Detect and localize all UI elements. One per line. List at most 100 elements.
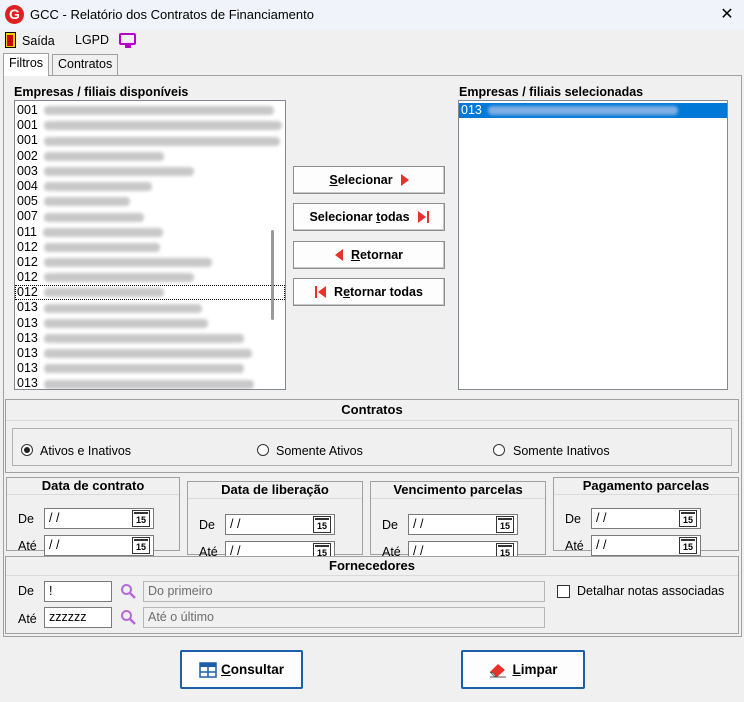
menu-lgpd[interactable]: LGPD (75, 33, 109, 47)
company-code: 012 (17, 270, 38, 285)
company-code: 001 (17, 133, 38, 148)
list-item[interactable]: 002 (15, 149, 285, 164)
exit-door-icon[interactable] (5, 32, 16, 48)
redacted-company-name (43, 182, 152, 192)
window-title: GCC - Relatório dos Contratos de Financi… (30, 7, 314, 22)
select-button[interactable]: Selecionar (293, 166, 445, 194)
list-item[interactable]: 001 (15, 118, 285, 133)
redacted-company-name (43, 136, 280, 146)
list-item[interactable]: 013 (459, 103, 727, 119)
supplier-from-label: De (18, 584, 34, 598)
list-item[interactable]: 005 (15, 194, 285, 209)
radio-inactive-only-label[interactable]: Somente Inativos (513, 444, 610, 458)
arrow-left-icon (334, 249, 343, 261)
radio-active-inactive-label[interactable]: Ativos e Inativos (40, 444, 131, 458)
selected-companies-list[interactable]: 013 (458, 100, 728, 390)
calendar-icon[interactable]: 15 (679, 510, 697, 527)
calendar-icon[interactable]: 15 (496, 516, 514, 533)
redacted-company-name (43, 151, 164, 161)
arrow-right-end-icon (417, 211, 429, 223)
list-item[interactable]: 001 (15, 103, 285, 118)
supplier-to-search-icon[interactable] (120, 609, 136, 625)
available-companies-list[interactable]: 001 001 001 002 003 004 005 007 011 012 012 012 012 0… (14, 100, 286, 390)
redacted-company-name (43, 212, 144, 222)
calendar-icon[interactable]: 15 (132, 510, 150, 527)
company-code: 004 (17, 178, 38, 193)
redacted-company-name (43, 349, 252, 359)
query-button[interactable]: Consultar (180, 650, 303, 689)
monitor-icon[interactable] (119, 33, 136, 48)
return-button[interactable]: Retornar (293, 241, 445, 269)
date-de-label: De (18, 512, 34, 526)
list-item[interactable]: 004 (15, 179, 285, 194)
list-item[interactable]: 013 (15, 300, 285, 315)
company-code: 012 (17, 239, 38, 254)
menu-exit[interactable]: Saída (22, 34, 55, 48)
tab-filtros[interactable]: Filtros (3, 53, 50, 76)
suppliers-group-title: Fornecedores (6, 557, 738, 576)
list-item[interactable]: 012 (15, 285, 285, 301)
company-code: 012 (17, 285, 38, 300)
company-code: 001 (17, 118, 38, 133)
company-code: 012 (17, 254, 38, 269)
company-code: 013 (17, 300, 38, 315)
supplier-to-input[interactable]: zzzzzz (44, 607, 112, 628)
detail-notes-checkbox[interactable] (557, 585, 570, 598)
radio-active-only-label[interactable]: Somente Ativos (276, 444, 363, 458)
detail-notes-label[interactable]: Detalhar notas associadas (577, 584, 724, 598)
supplier-from-input[interactable]: ! (44, 581, 112, 602)
select-all-button-label: Selecionar todas (309, 210, 410, 224)
company-code: 011 (17, 224, 37, 239)
company-code: 013 (17, 346, 38, 360)
arrow-left-end-icon (315, 286, 327, 298)
date-group-title: Vencimento parcelas (371, 482, 545, 499)
date-group-title: Data de liberação (188, 482, 362, 499)
calendar-icon[interactable]: 15 (679, 537, 697, 554)
redacted-company-name (43, 288, 164, 298)
calendar-icon[interactable]: 15 (132, 537, 150, 554)
company-code: 005 (17, 194, 38, 209)
calendar-icon[interactable]: 15 (313, 516, 331, 533)
list-item[interactable]: 012 (15, 255, 285, 270)
query-button-label: Consultar (220, 662, 284, 677)
list-item[interactable]: 013 (15, 361, 285, 376)
radio-active-only[interactable] (257, 444, 269, 456)
date-ate-label: Até (565, 539, 584, 553)
list-item[interactable]: 012 (15, 270, 285, 285)
supplier-to-name: Até o último (143, 607, 545, 628)
date-ate-label: Até (18, 539, 37, 553)
supplier-to-label: Até (18, 612, 37, 626)
list-item[interactable]: 007 (15, 209, 285, 224)
redacted-company-name (487, 106, 678, 116)
radio-active-inactive[interactable] (21, 444, 33, 456)
list-item[interactable]: 003 (15, 164, 285, 179)
list-item[interactable]: 013 (15, 316, 285, 331)
select-all-button[interactable]: Selecionar todas (293, 203, 445, 231)
redacted-company-name (42, 227, 163, 237)
list-item[interactable]: 013 (15, 376, 285, 389)
list-item[interactable]: 013 (15, 331, 285, 346)
supplier-from-search-icon[interactable] (120, 583, 136, 599)
contracts-group-title: Contratos (6, 400, 738, 421)
radio-inactive-only[interactable] (493, 444, 505, 456)
list-item[interactable]: 011 (15, 225, 285, 240)
list-item[interactable]: 001 (15, 133, 285, 148)
clear-button-label: Limpar (512, 662, 558, 677)
list-item[interactable]: 013 (15, 346, 285, 361)
clear-button[interactable]: Limpar (461, 650, 585, 689)
return-all-button[interactable]: Retornar todas (293, 278, 445, 306)
tab-contratos[interactable]: Contratos (52, 54, 119, 75)
date-de-label: De (382, 518, 398, 532)
eraser-icon (490, 663, 507, 677)
return-all-button-label: Retornar todas (334, 285, 423, 299)
select-button-label: Selecionar (329, 173, 393, 187)
redacted-company-name (43, 318, 208, 328)
available-list-label: Empresas / filiais disponíveis (14, 85, 189, 99)
date-de-label: De (565, 512, 581, 526)
list-scrollbar-thumb[interactable] (271, 230, 274, 320)
redacted-company-name (43, 242, 160, 252)
company-code: 013 (17, 315, 38, 330)
redacted-company-name (43, 273, 194, 283)
list-item[interactable]: 012 (15, 240, 285, 255)
close-button[interactable]: ✕ (714, 3, 740, 25)
